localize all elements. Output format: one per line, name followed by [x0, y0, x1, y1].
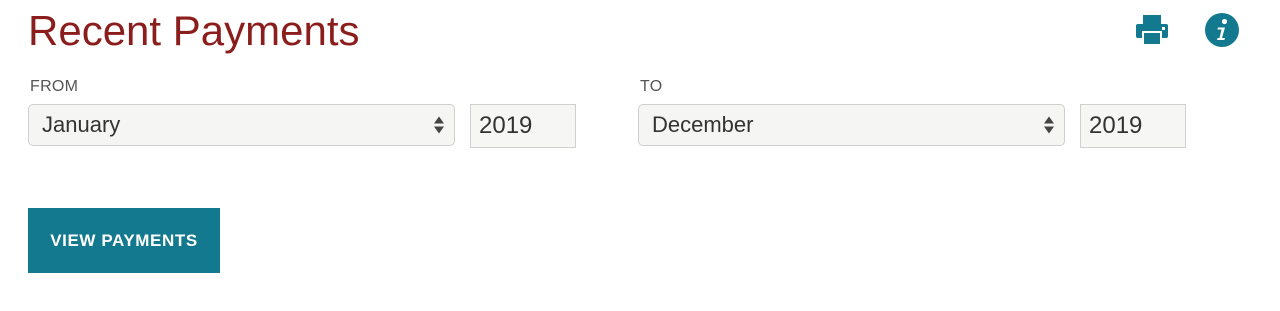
to-year-input[interactable]	[1080, 104, 1186, 148]
from-year-input[interactable]	[470, 104, 576, 148]
select-arrows-icon	[434, 116, 444, 134]
to-label: TO	[640, 78, 663, 95]
select-arrows-icon	[1044, 116, 1054, 134]
from-month-select[interactable]: January	[28, 104, 455, 146]
info-icon	[1205, 13, 1239, 47]
to-month-value: December	[652, 112, 754, 137]
page-title: Recent Payments	[28, 7, 360, 54]
from-month-value: January	[42, 112, 121, 137]
print-button[interactable]	[1134, 12, 1170, 48]
info-button[interactable]	[1204, 12, 1240, 48]
from-label: FROM	[30, 78, 79, 95]
view-payments-button[interactable]: VIEW PAYMENTS	[28, 208, 220, 273]
printer-icon	[1136, 15, 1168, 46]
to-month-select[interactable]: December	[638, 104, 1065, 146]
